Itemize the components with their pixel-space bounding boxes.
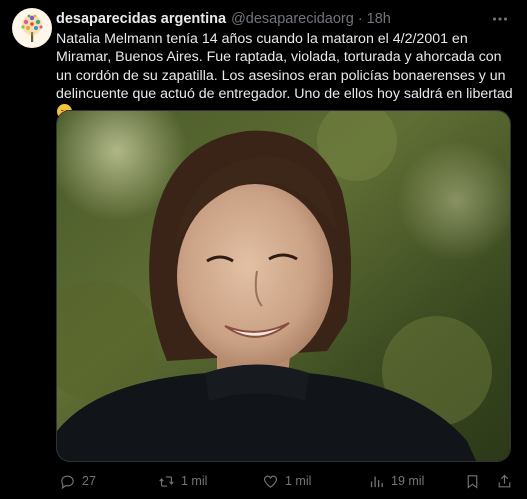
reply-button[interactable]: 27: [59, 473, 96, 490]
tweet-text: Natalia Melmann tenía 14 años cuando la …: [56, 30, 516, 122]
tweet-body: Natalia Melmann tenía 14 años cuando la …: [56, 31, 513, 103]
views-button[interactable]: 19 mil: [368, 473, 424, 490]
bookmark-icon: [467, 474, 478, 489]
author-display-name[interactable]: desaparecidas argentina: [56, 11, 226, 27]
more-dots-icon[interactable]: [489, 8, 511, 30]
author-handle[interactable]: @desaparecidaorg: [231, 11, 354, 27]
repost-icon: [159, 475, 174, 487]
tweet-timestamp[interactable]: 18h: [367, 11, 391, 27]
repost-button[interactable]: 1 mil: [158, 473, 207, 490]
tweet-photo[interactable]: [56, 110, 511, 462]
tweet-actions: 27 1 mil 1 mil 19 mil: [56, 470, 516, 492]
repost-count: 1 mil: [181, 474, 208, 488]
reply-count: 27: [82, 474, 96, 488]
tweet-header: desaparecidas argentina @desaparecidaorg…: [56, 10, 515, 28]
like-count: 1 mil: [285, 474, 312, 488]
views-count: 19 mil: [391, 474, 425, 488]
portrait-photo: [57, 111, 510, 461]
header-separator: ·: [357, 11, 363, 27]
tree-logo-icon: [21, 14, 43, 42]
reply-icon: [61, 475, 74, 489]
share-button[interactable]: [496, 473, 513, 490]
bookmark-button[interactable]: [464, 473, 481, 490]
like-button[interactable]: 1 mil: [262, 473, 311, 490]
heart-icon: [263, 475, 278, 488]
tweet[interactable]: desaparecidas argentina @desaparecidaorg…: [0, 0, 527, 499]
author-avatar[interactable]: [12, 8, 52, 48]
views-chart-icon: [370, 476, 383, 487]
share-icon: [498, 474, 511, 487]
